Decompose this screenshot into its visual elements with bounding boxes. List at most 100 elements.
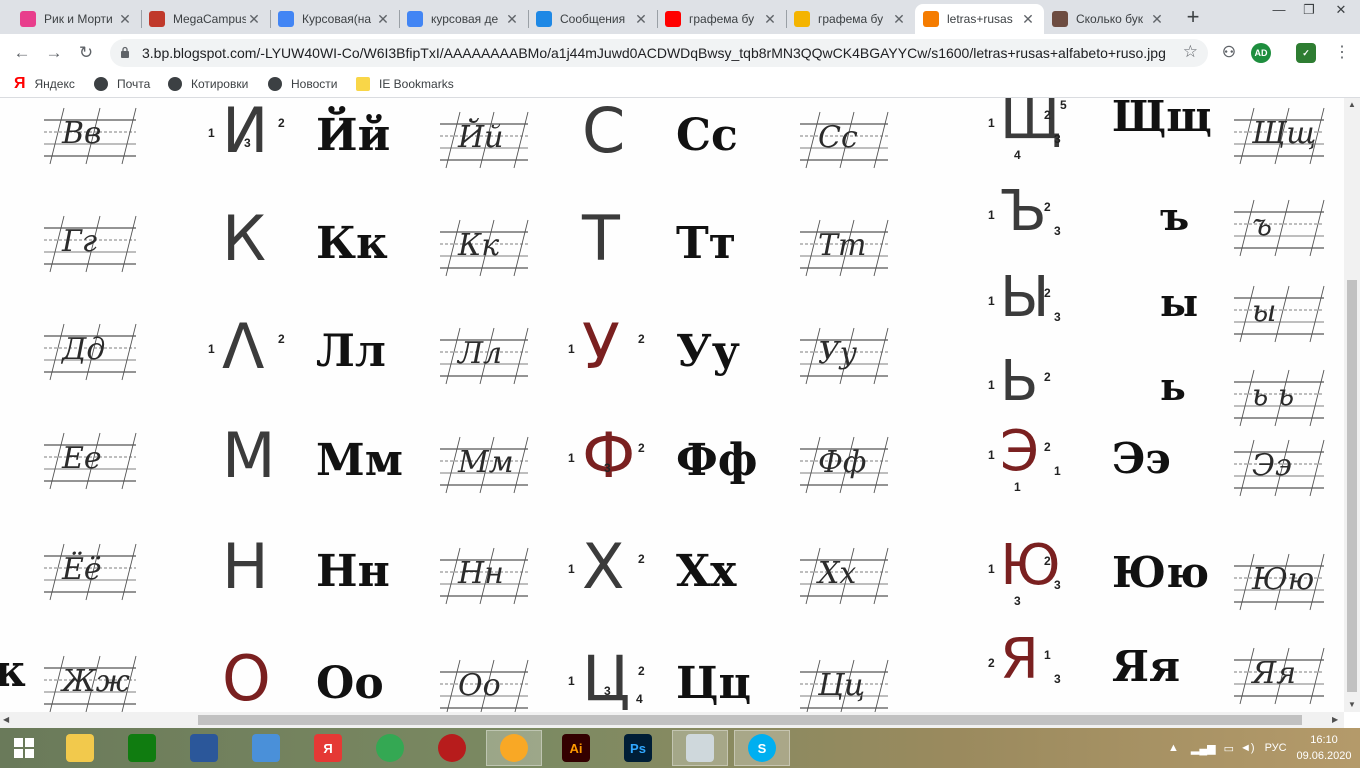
taskbar-yandex-browser-button[interactable]: Я	[300, 730, 356, 766]
cursive-letter: Нн	[458, 556, 504, 591]
back-button[interactable]: ←	[10, 41, 34, 65]
printed-letter: Яя	[1112, 642, 1181, 691]
speaker-icon[interactable]: ◄)	[1240, 742, 1255, 754]
tab-title: Курсовая(на	[302, 12, 372, 26]
cursive-letter: Сс	[818, 120, 858, 155]
scroll-left-icon[interactable]: ◀	[3, 715, 9, 724]
tray-overflow-icon[interactable]: ▲	[1168, 742, 1179, 754]
stroke-order-number: 1	[988, 378, 995, 392]
vertical-scroll-thumb[interactable]	[1347, 280, 1357, 692]
cursive-letter: Кк	[458, 228, 500, 263]
taskbar-photoshop-button[interactable]: Ps	[610, 730, 666, 766]
stroke-order-letter: К	[222, 202, 267, 275]
rick-morty-icon	[20, 11, 36, 27]
scroll-up-icon[interactable]: ▲	[1348, 100, 1356, 109]
stroke-order-number: 3	[1054, 224, 1061, 238]
stroke-order-number: 1	[208, 342, 215, 356]
stroke-order-letter: Ы	[1000, 265, 1050, 330]
address-bar[interactable]: 3.bp.blogspot.com/-LYUW40WI-Co/W6I3BfipT…	[110, 39, 1208, 67]
language-indicator[interactable]: РУС	[1265, 742, 1287, 754]
stroke-order-number: 2	[278, 332, 285, 346]
taskbar-volume-button[interactable]	[238, 730, 294, 766]
stroke-order-number: 2	[988, 656, 995, 670]
tab-title: Рик и Морти	[44, 12, 113, 26]
horizontal-scroll-thumb[interactable]	[198, 715, 1302, 725]
stroke-order-letter: О	[222, 642, 271, 712]
printed-letter: Кк	[316, 218, 388, 269]
tab-title: курсовая де	[431, 12, 499, 26]
taskbar-document-button[interactable]	[672, 730, 728, 766]
tab-close-icon[interactable]: ✕	[504, 11, 520, 28]
shield-extension-icon[interactable]: ✓	[1296, 43, 1316, 63]
stroke-order-letter: М	[222, 419, 276, 492]
scroll-right-icon[interactable]: ▶	[1332, 715, 1338, 724]
bookmark-mail[interactable]: Почта	[94, 76, 150, 92]
scroll-down-icon[interactable]: ▼	[1348, 700, 1356, 709]
browser-tab[interactable]: Сообщения ✕	[528, 4, 657, 34]
printed-letter: Щщ	[1112, 98, 1212, 141]
stroke-order-letter: И	[222, 98, 269, 167]
tab-close-icon[interactable]: ✕	[891, 11, 907, 28]
tab-close-icon[interactable]: ✕	[762, 11, 778, 28]
cursive-letter: Тт	[818, 228, 867, 263]
tab-close-icon[interactable]: ✕	[246, 11, 262, 28]
tab-close-icon[interactable]: ✕	[117, 11, 133, 28]
minimize-button[interactable]: —	[1264, 0, 1294, 20]
close-window-button[interactable]: ✕	[1326, 0, 1356, 20]
tab-title: Сообщения	[560, 12, 626, 26]
google-docs-icon	[407, 11, 423, 27]
image-icon	[794, 11, 810, 27]
bookmark-news[interactable]: Новости	[268, 76, 337, 92]
browser-tab[interactable]: Сколько бук ✕	[1044, 4, 1173, 34]
browser-tab[interactable]: графема бу ✕	[786, 4, 915, 34]
cursive-letter: Уу	[818, 336, 858, 371]
taskbar-windows-start-button[interactable]	[4, 730, 44, 766]
stroke-order-number: 3	[604, 684, 611, 698]
profile-sync-icon[interactable]: ⚇	[1219, 43, 1239, 63]
browser-tab[interactable]: графема бу ✕	[657, 4, 786, 34]
horizontal-scrollbar[interactable]: ◀ ▶	[0, 712, 1344, 728]
taskbar-skype-button[interactable]: S	[734, 730, 790, 766]
stroke-order-number: 1	[988, 294, 995, 308]
clock[interactable]: 16:10 09.06.2020	[1294, 732, 1354, 764]
taskbar-chrome-canary-button[interactable]	[486, 730, 542, 766]
tab-close-icon[interactable]: ✕	[633, 11, 649, 28]
tab-close-icon[interactable]: ✕	[375, 11, 391, 28]
network-icon[interactable]: ▂▄▆	[1191, 742, 1216, 755]
document-icon	[686, 734, 714, 762]
cursive-letter: Оо	[458, 668, 501, 703]
forward-button[interactable]: →	[42, 41, 66, 65]
taskbar-store-button[interactable]	[114, 730, 170, 766]
vertical-scrollbar[interactable]: ▲ ▼	[1344, 98, 1360, 712]
bookmark-star-icon[interactable]: ☆	[1183, 42, 1198, 62]
taskbar-chrome-button[interactable]	[362, 730, 418, 766]
tab-close-icon[interactable]: ✕	[1149, 11, 1165, 28]
new-tab-button[interactable]: +	[1180, 4, 1206, 30]
taskbar-illustrator-button[interactable]: Ai	[548, 730, 604, 766]
bookmark-quotes[interactable]: Котировки	[168, 76, 248, 92]
stroke-order-letter: Λ	[222, 310, 265, 383]
reload-button[interactable]: ↻	[74, 41, 98, 65]
browser-tab[interactable]: Рик и Морти ✕	[12, 4, 141, 34]
restore-button[interactable]: ❐	[1294, 0, 1324, 20]
browser-tab[interactable]: letras+rusas ✕	[915, 4, 1044, 34]
printed-letter: ы	[1160, 280, 1199, 325]
battery-icon[interactable]: ▭	[1224, 742, 1234, 755]
tab-title: графема бу	[689, 12, 755, 26]
bookmark-yandex[interactable]: Я Яндекс	[14, 75, 75, 92]
browser-tab[interactable]: MegaCampus ✕	[141, 4, 270, 34]
taskbar-file-explorer-button[interactable]	[52, 730, 108, 766]
adguard-extension-icon[interactable]: AD	[1251, 43, 1271, 63]
taskbar-control-panel-button[interactable]	[176, 730, 232, 766]
tab-close-icon[interactable]: ✕	[1020, 11, 1036, 28]
browser-tab[interactable]: курсовая де ✕	[399, 4, 528, 34]
browser-tab[interactable]: Курсовая(на ✕	[270, 4, 399, 34]
tab-title: letras+rusas	[947, 12, 1013, 26]
stroke-order-number: 1	[1054, 464, 1061, 478]
taskbar-power-app-button[interactable]	[424, 730, 480, 766]
stroke-order-number: 4	[636, 692, 643, 706]
handwriting-guide-lines	[1234, 285, 1325, 343]
cursive-letter: Цц	[818, 668, 866, 703]
bookmark-folder-ie[interactable]: IE Bookmarks	[356, 76, 454, 92]
menu-kebab-icon[interactable]: ⋮	[1330, 41, 1354, 65]
